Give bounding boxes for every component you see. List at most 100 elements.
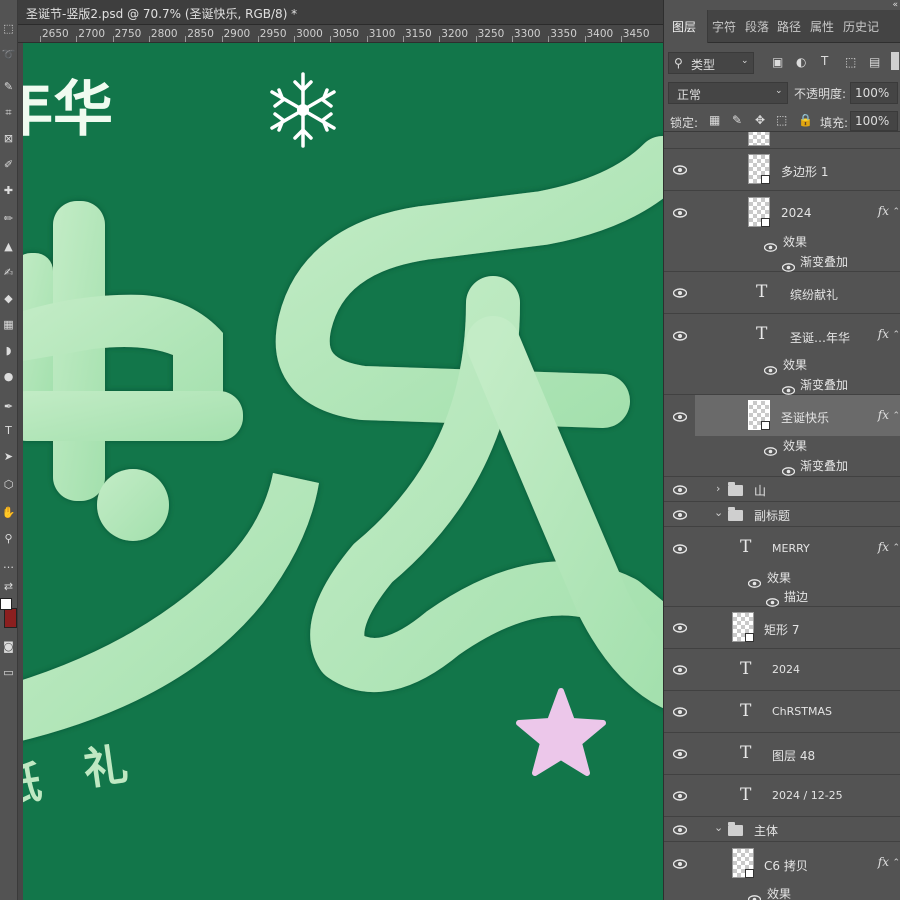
tab-character[interactable]: 字符 bbox=[712, 18, 736, 35]
layer-group-zhuti[interactable]: ⌄ 主体 bbox=[664, 817, 900, 842]
layer-group-fubiaoti[interactable]: ⌄ 副标题 bbox=[664, 502, 900, 527]
zoom-tool-icon[interactable]: ⚲ bbox=[1, 532, 16, 546]
lock-transparency-icon[interactable]: ▦ bbox=[709, 113, 720, 127]
eye-icon[interactable] bbox=[673, 825, 687, 835]
layer-row-shengdan-nianhua[interactable]: T 圣诞…年华 fx ⌃ 效果 渐变叠加 bbox=[664, 314, 900, 395]
screen-mode-icon[interactable]: ▭ bbox=[1, 666, 16, 680]
tab-paragraph[interactable]: 段落 bbox=[745, 18, 769, 35]
eye-icon[interactable] bbox=[673, 791, 687, 801]
tab-paths[interactable]: 路径 bbox=[777, 18, 801, 35]
layer-name[interactable]: 缤纷献礼 bbox=[790, 286, 838, 303]
layer-row-merry[interactable]: T MERRY fx ⌃ 效果 描边 bbox=[664, 527, 900, 607]
quick-mask-icon[interactable]: ◙ bbox=[1, 640, 16, 654]
eraser-tool-icon[interactable]: ◆ bbox=[1, 292, 16, 306]
layer-name[interactable]: ChRSTMAS bbox=[772, 705, 832, 718]
opacity-input[interactable]: 100% bbox=[850, 82, 898, 104]
chevron-down-icon[interactable]: ⌄ bbox=[714, 821, 723, 834]
layer-name[interactable]: 2024 / 12-25 bbox=[772, 789, 843, 802]
shape-tool-icon[interactable]: ⬡ bbox=[1, 478, 16, 492]
eye-icon[interactable] bbox=[673, 485, 687, 495]
horizontal-ruler[interactable]: 2650 2700 2750 2800 2850 2900 2950 3000 3050 3100… bbox=[18, 25, 663, 43]
document-canvas[interactable]: 年华 礼 纸 bbox=[23, 43, 663, 900]
eye-icon[interactable] bbox=[673, 165, 687, 175]
background-color-swatch[interactable] bbox=[4, 608, 17, 628]
fill-input[interactable]: 100% bbox=[850, 111, 898, 131]
layer-row-polygon1[interactable]: 多边形 1 bbox=[664, 149, 900, 191]
pen-tool-icon[interactable]: ✒ bbox=[1, 400, 16, 414]
hand-tool-icon[interactable]: ✋ bbox=[1, 506, 16, 520]
type-tool-icon[interactable]: T bbox=[1, 424, 16, 438]
layer-row-rect7[interactable]: 矩形 7 bbox=[664, 607, 900, 649]
eye-icon[interactable] bbox=[747, 573, 762, 588]
filter-shape-icon[interactable]: ⬚ bbox=[845, 55, 856, 69]
swap-colors-icon[interactable]: ⇄ bbox=[1, 580, 16, 594]
expand-effects-icon[interactable]: ⌃ bbox=[892, 411, 900, 421]
quick-select-tool-icon[interactable]: ✎ bbox=[1, 80, 16, 94]
layer-name[interactable]: 圣诞…年华 bbox=[790, 329, 850, 346]
eye-icon[interactable] bbox=[781, 257, 796, 272]
eye-icon[interactable] bbox=[673, 544, 687, 554]
foreground-color-swatch[interactable] bbox=[0, 598, 12, 610]
more-tools-icon[interactable]: … bbox=[1, 558, 16, 572]
history-brush-tool-icon[interactable]: ✍ bbox=[1, 266, 16, 280]
expand-effects-icon[interactable]: ⌃ bbox=[892, 207, 900, 217]
tab-layers[interactable]: 图层 bbox=[672, 18, 696, 35]
collapse-panel-icon[interactable]: « bbox=[892, 0, 898, 10]
eye-icon[interactable] bbox=[781, 461, 796, 476]
gradient-overlay-label[interactable]: 渐变叠加 bbox=[800, 457, 848, 474]
layer-name[interactable]: 矩形 7 bbox=[764, 621, 799, 638]
lock-paint-icon[interactable]: ✎ bbox=[732, 113, 742, 127]
layer-name[interactable]: 副标题 bbox=[754, 507, 790, 524]
document-tab[interactable]: 圣诞节-竖版2.psd @ 70.7% (圣诞快乐, RGB/8) * bbox=[18, 0, 663, 25]
filter-smart-object-icon[interactable]: ▤ bbox=[869, 55, 880, 69]
eyedropper-tool-icon[interactable]: ✐ bbox=[1, 158, 16, 172]
gradient-overlay-label[interactable]: 渐变叠加 bbox=[800, 253, 848, 270]
layer-row-date[interactable]: T 2024 / 12-25 bbox=[664, 775, 900, 817]
filter-toggle[interactable] bbox=[891, 52, 899, 70]
eye-icon[interactable] bbox=[673, 749, 687, 759]
layer-row-layer48[interactable]: T 图层 48 bbox=[664, 733, 900, 775]
eye-icon[interactable] bbox=[673, 665, 687, 675]
stroke-effect-label[interactable]: 描边 bbox=[784, 588, 808, 605]
filter-pixel-icon[interactable]: ▣ bbox=[772, 55, 783, 69]
path-select-tool-icon[interactable]: ➤ bbox=[1, 450, 16, 464]
gradient-overlay-label[interactable]: 渐变叠加 bbox=[800, 376, 848, 393]
lock-position-icon[interactable]: ✥ bbox=[755, 113, 765, 127]
eye-icon[interactable] bbox=[673, 623, 687, 633]
eye-icon[interactable] bbox=[673, 510, 687, 520]
eye-icon[interactable] bbox=[673, 859, 687, 869]
stamp-tool-icon[interactable]: ▲ bbox=[1, 240, 16, 254]
tab-history[interactable]: 历史记 bbox=[843, 18, 879, 35]
eye-icon[interactable] bbox=[763, 360, 778, 375]
filter-kind-select[interactable]: ⚲ 类型 ⌄ bbox=[668, 52, 754, 74]
fx-icon[interactable]: fx bbox=[878, 204, 889, 218]
layer-name[interactable]: MERRY bbox=[772, 542, 810, 555]
expand-effects-icon[interactable]: ⌃ bbox=[892, 858, 900, 868]
gradient-tool-icon[interactable]: ▦ bbox=[1, 318, 16, 332]
blur-tool-icon[interactable]: ◗ bbox=[1, 344, 16, 358]
layer-row-2024-effects[interactable]: 2024 fx ⌃ 效果 渐变叠加 bbox=[664, 191, 900, 272]
layer-name[interactable]: 主体 bbox=[754, 822, 778, 839]
tab-properties[interactable]: 属性 bbox=[810, 18, 834, 35]
eye-icon[interactable] bbox=[765, 592, 780, 607]
expand-effects-icon[interactable]: ⌃ bbox=[892, 330, 900, 340]
chevron-down-icon[interactable]: ⌄ bbox=[714, 506, 723, 519]
eye-icon[interactable] bbox=[747, 889, 762, 900]
brush-tool-icon[interactable]: ✏ bbox=[1, 212, 16, 226]
expand-effects-icon[interactable]: ⌃ bbox=[892, 543, 900, 553]
layer-name[interactable]: 2024 bbox=[781, 206, 812, 220]
lock-all-icon[interactable]: 🔒 bbox=[798, 113, 813, 127]
lasso-tool-icon[interactable]: ➰ bbox=[1, 48, 16, 62]
layer-row-partial[interactable] bbox=[664, 132, 900, 149]
crop-tool-icon[interactable]: ⌗ bbox=[1, 106, 16, 120]
chevron-right-icon[interactable]: › bbox=[716, 482, 720, 495]
fx-icon[interactable]: fx bbox=[878, 408, 889, 422]
blend-mode-select[interactable]: 正常 ⌄ bbox=[668, 82, 788, 104]
fx-icon[interactable]: fx bbox=[878, 327, 889, 341]
layer-row-shengdan-kuaile[interactable]: 圣诞快乐 fx ⌃ 效果 渐变叠加 bbox=[664, 395, 900, 477]
filter-type-icon[interactable]: T bbox=[821, 54, 828, 68]
layer-name[interactable]: C6 拷贝 bbox=[764, 857, 808, 874]
eye-icon[interactable] bbox=[673, 208, 687, 218]
eye-icon[interactable] bbox=[673, 707, 687, 717]
layer-row-binfen[interactable]: T 缤纷献礼 bbox=[664, 272, 900, 314]
